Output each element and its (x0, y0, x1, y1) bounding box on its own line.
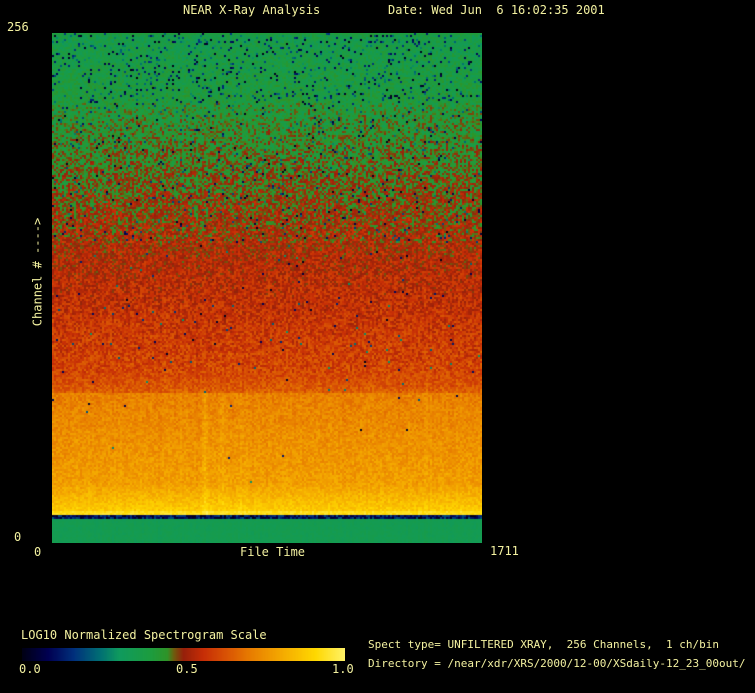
spect-type-info: Spect type= UNFILTERED XRAY, 256 Channel… (368, 638, 719, 651)
y-axis-title: Channel # ----> (30, 217, 45, 327)
x-axis-title: File Time (240, 545, 306, 559)
colorbar-tick-mid: 0.5 (176, 662, 198, 676)
header-date: Date: Wed Jun 6 16:02:35 2001 (388, 3, 605, 17)
x-axis-max-label: 1711 (490, 544, 519, 558)
x-axis-min-label: 0 (34, 545, 42, 559)
near-xray-analysis-window: NEAR X-Ray Analysis Date: Wed Jun 6 16:0… (0, 0, 755, 693)
colorbar-tick-max: 1.0 (332, 662, 354, 676)
directory-info: Directory = /near/xdr/XRS/2000/12-00/XSd… (368, 657, 746, 670)
y-axis-max-label: 256 (7, 20, 29, 34)
colorbar-tick-min: 0.0 (19, 662, 41, 676)
colorbar-gradient (22, 648, 345, 661)
spectrogram-plot (52, 33, 482, 543)
page-title: NEAR X-Ray Analysis (183, 3, 321, 17)
y-axis-min-label: 0 (14, 530, 22, 544)
colorbar-title: LOG10 Normalized Spectrogram Scale (21, 628, 267, 642)
